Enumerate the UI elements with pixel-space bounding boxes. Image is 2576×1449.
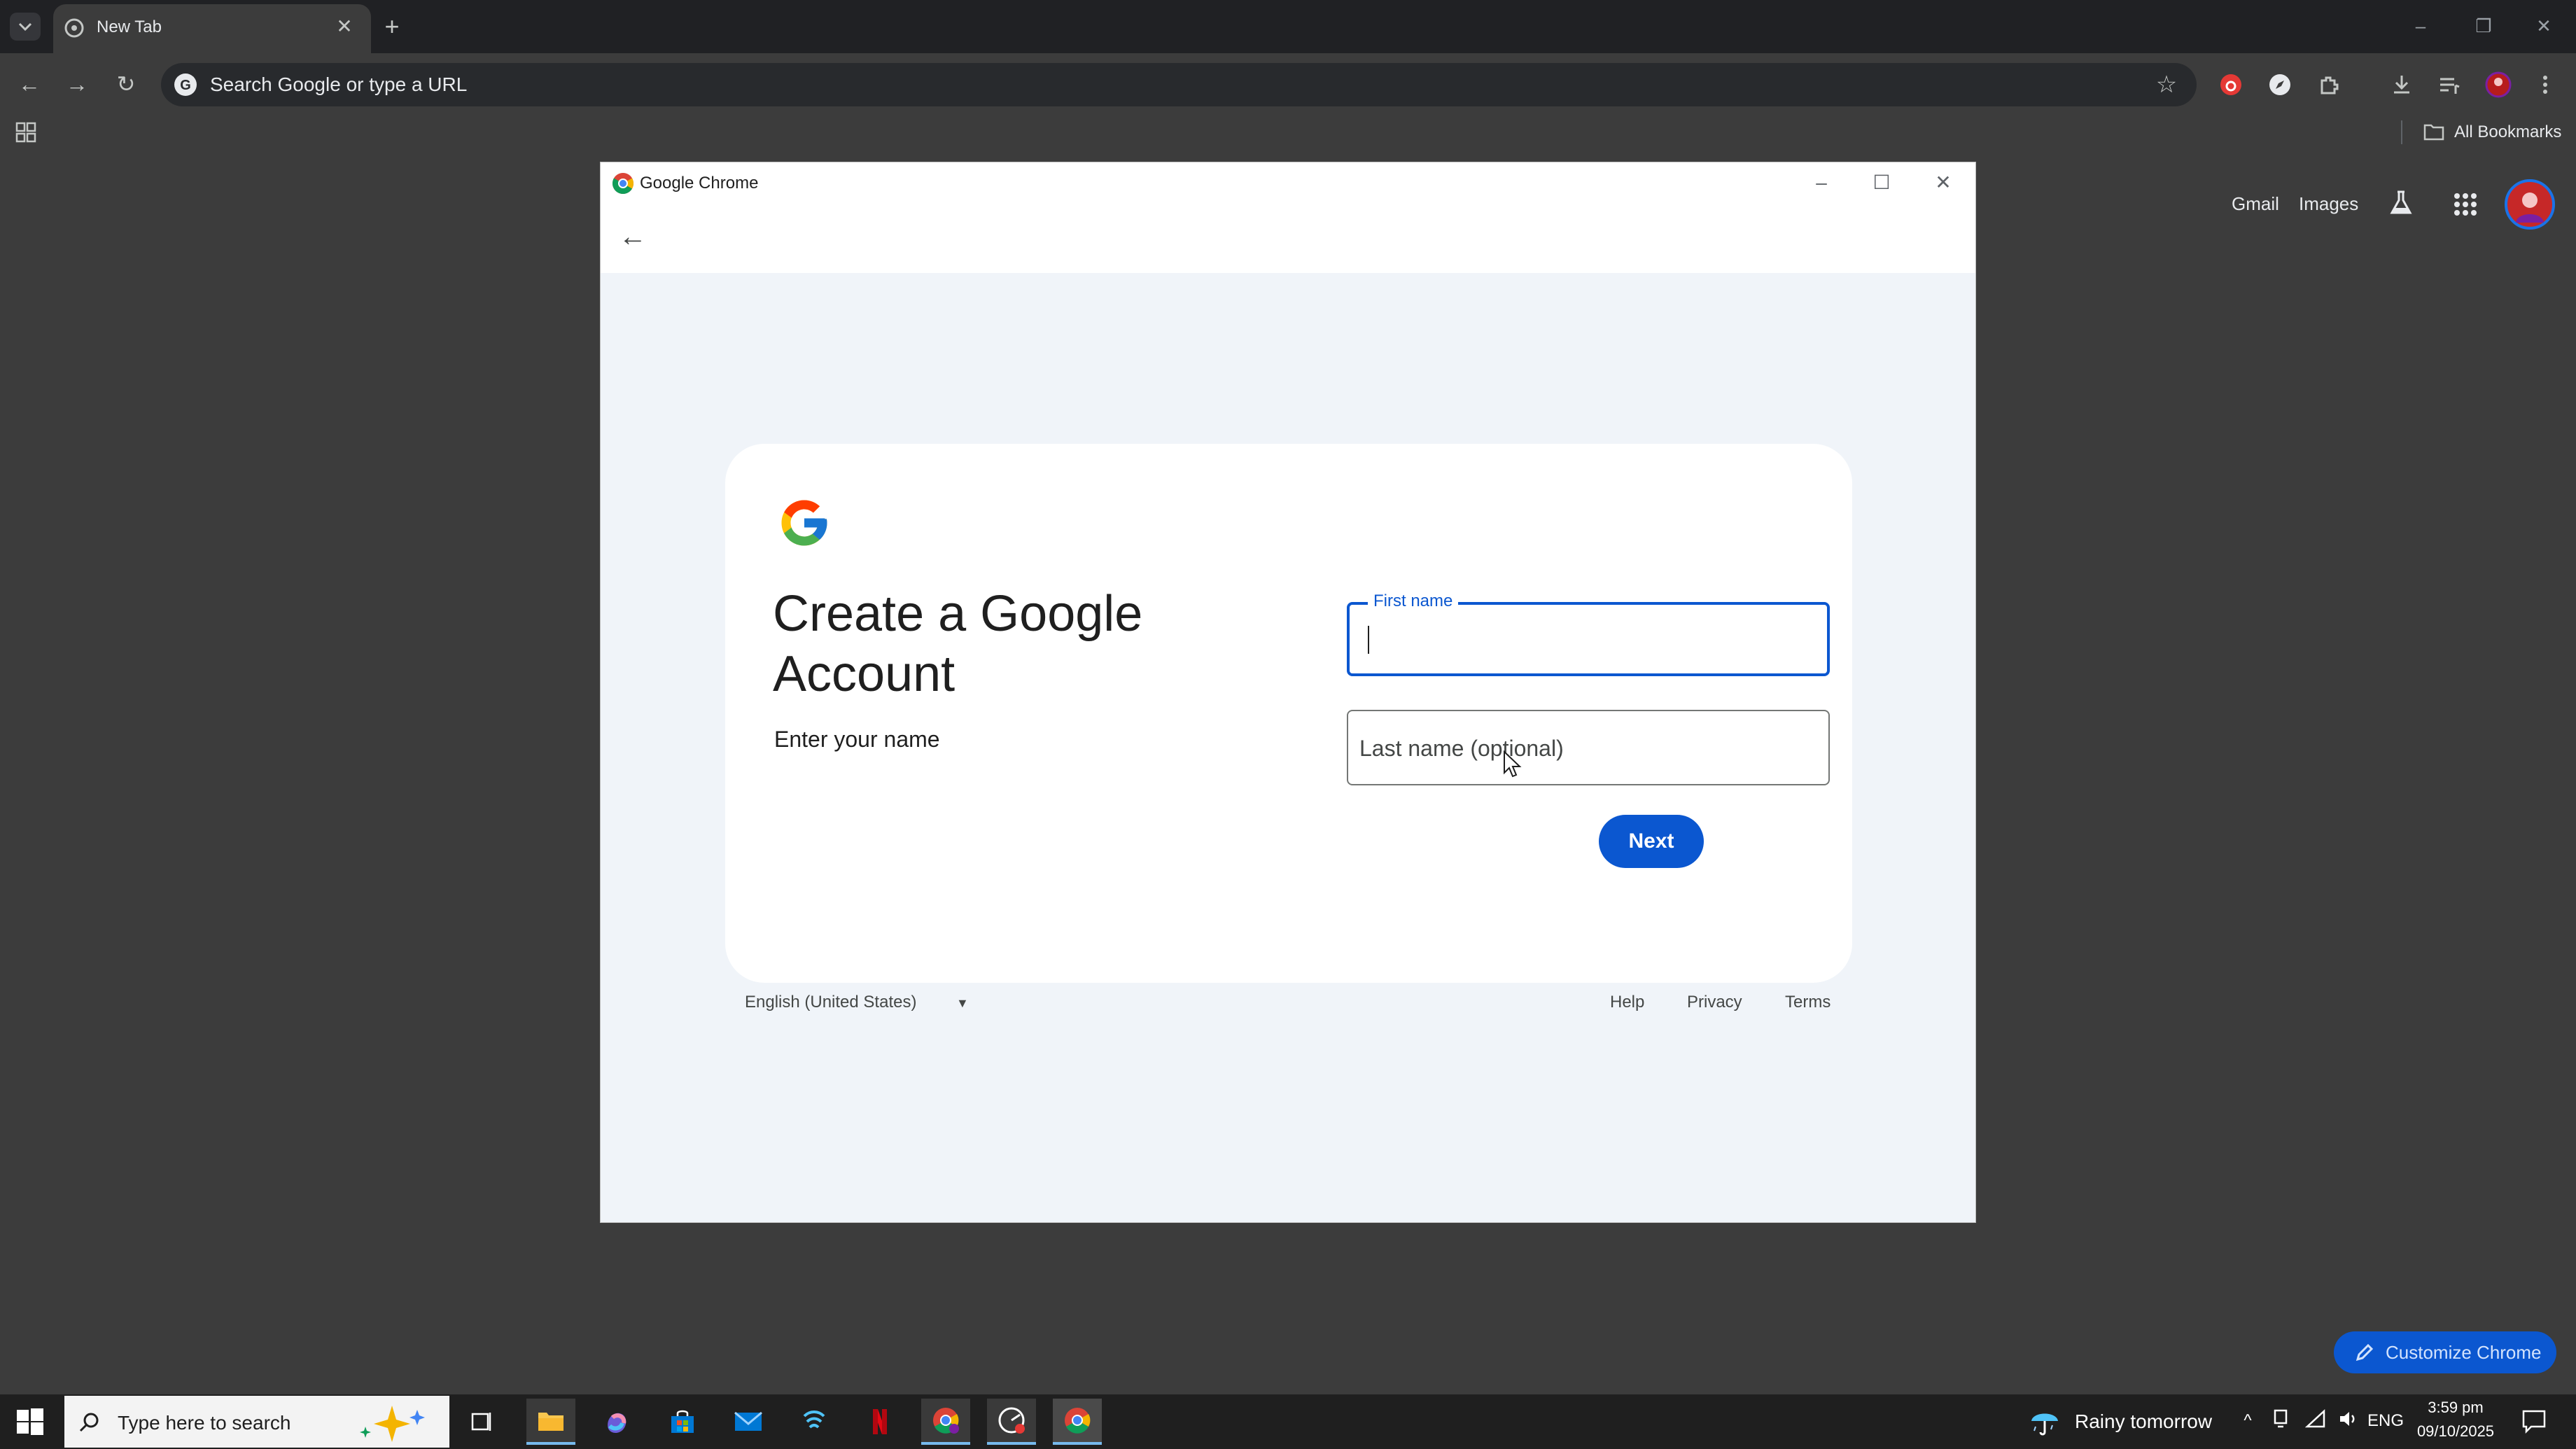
- google-logo-icon: [781, 500, 827, 546]
- new-tab-button[interactable]: +: [378, 13, 406, 41]
- extensions-puzzle-icon[interactable]: [2313, 69, 2345, 101]
- mouse-pointer-icon: [1504, 750, 1522, 778]
- help-link[interactable]: Help: [1610, 993, 1644, 1012]
- tab-search-button[interactable]: [10, 13, 41, 41]
- google-g-icon: G: [174, 74, 197, 96]
- first-name-label: First name: [1368, 591, 1459, 612]
- last-name-input[interactable]: [1358, 720, 1820, 777]
- chrome-alt-taskbar-icon[interactable]: [987, 1399, 1036, 1445]
- customize-chrome-button[interactable]: Customize Chrome: [2334, 1331, 2556, 1373]
- omnibox-placeholder: Search Google or type a URL: [210, 74, 468, 95]
- svg-text:G: G: [180, 78, 191, 93]
- tab-title: New Tab: [97, 18, 162, 36]
- weather-text[interactable]: Rainy tomorrow: [2075, 1410, 2212, 1434]
- vpn-shield-icon[interactable]: [790, 1399, 839, 1445]
- volume-icon[interactable]: [2335, 1408, 2360, 1434]
- mail-icon[interactable]: [724, 1399, 773, 1445]
- input-language-indicator[interactable]: ENG: [2366, 1408, 2405, 1434]
- download-icon[interactable]: [2386, 69, 2418, 101]
- page-subtitle: Enter your name: [774, 727, 940, 752]
- terms-link[interactable]: Terms: [1785, 993, 1830, 1012]
- tray-device-icon[interactable]: [2268, 1408, 2293, 1434]
- taskbar-clock-time[interactable]: 3:59 pm: [2414, 1397, 2498, 1418]
- bookmarks-divider: [2401, 120, 2402, 144]
- window-minimize-button[interactable]: –: [2400, 10, 2442, 42]
- search-highlight-sparkle-icon: [360, 1406, 425, 1442]
- popup-close-button[interactable]: ✕: [1922, 168, 1964, 197]
- chrome-active-taskbar-icon[interactable]: [1053, 1399, 1102, 1445]
- window-close-button[interactable]: ✕: [2523, 10, 2565, 42]
- media-control-icon[interactable]: [2433, 69, 2465, 101]
- tray-overflow-chevron-icon[interactable]: ^: [2237, 1408, 2258, 1434]
- extension-red-icon[interactable]: [2215, 69, 2247, 101]
- new-tab-favicon-icon: [64, 18, 84, 38]
- first-name-input[interactable]: [1358, 613, 1820, 666]
- copilot-icon[interactable]: [592, 1399, 641, 1445]
- signup-card: Create a Google Account Enter your name …: [725, 444, 1852, 983]
- back-arrow-icon[interactable]: ←: [13, 67, 46, 101]
- reload-icon[interactable]: ↻: [109, 67, 143, 101]
- notification-center-icon[interactable]: [2520, 1407, 2548, 1435]
- taskbar-clock-date[interactable]: 09/10/2025: [2414, 1421, 2498, 1442]
- popup-minimize-button[interactable]: –: [1800, 168, 1842, 197]
- extension-compass-icon[interactable]: [2264, 69, 2296, 101]
- taskbar-search-placeholder: Type here to search: [118, 1412, 291, 1434]
- apps-shortcut-icon[interactable]: [14, 120, 38, 144]
- popup-maximize-button[interactable]: ☐: [1861, 168, 1903, 197]
- file-explorer-icon[interactable]: [526, 1399, 575, 1445]
- text-caret: [1368, 626, 1369, 654]
- next-button[interactable]: Next: [1599, 815, 1704, 868]
- netflix-icon[interactable]: [855, 1399, 904, 1445]
- all-bookmarks-button[interactable]: All Bookmarks: [2454, 122, 2561, 143]
- pencil-icon: [2356, 1343, 2374, 1362]
- popup-titlebar: [601, 162, 1975, 273]
- images-link[interactable]: Images: [2299, 193, 2358, 215]
- chrome-menu-icon[interactable]: [2531, 69, 2559, 101]
- page-title: Create a Google Account: [773, 586, 1143, 702]
- search-icon: [79, 1413, 99, 1432]
- back-arrow-icon[interactable]: ←: [615, 218, 651, 255]
- labs-flask-icon[interactable]: [2387, 189, 2415, 217]
- network-wifi-icon[interactable]: [2303, 1408, 2328, 1434]
- google-apps-grid-icon[interactable]: [2451, 190, 2479, 218]
- caret-down-icon[interactable]: ▼: [956, 993, 969, 1014]
- gmail-link[interactable]: Gmail: [2232, 193, 2279, 215]
- window-restore-button[interactable]: ❐: [2463, 10, 2505, 42]
- bookmark-star-icon[interactable]: ☆: [2152, 70, 2181, 99]
- chrome-logo-icon: [612, 173, 634, 195]
- chrome-profile-taskbar-icon[interactable]: [921, 1399, 970, 1445]
- account-creation-window: Google Chrome – ☐ ✕ ← Create a Google Ac…: [601, 162, 1975, 1222]
- microsoft-store-icon[interactable]: [658, 1399, 707, 1445]
- language-selector[interactable]: English (United States): [745, 993, 916, 1012]
- chevron-down-icon: [18, 22, 32, 31]
- profile-avatar-small[interactable]: [2482, 69, 2514, 101]
- forward-arrow-icon[interactable]: →: [60, 67, 94, 101]
- privacy-link[interactable]: Privacy: [1687, 993, 1742, 1012]
- task-view-icon[interactable]: [458, 1399, 507, 1445]
- windows-start-icon[interactable]: [15, 1407, 45, 1436]
- popup-title: Google Chrome: [640, 174, 759, 192]
- account-avatar[interactable]: [2505, 179, 2555, 230]
- tab-close-icon[interactable]: ✕: [332, 14, 357, 39]
- customize-chrome-label: Customize Chrome: [2386, 1342, 2542, 1363]
- weather-umbrella-icon[interactable]: [2029, 1406, 2061, 1438]
- folder-icon: [2423, 124, 2444, 141]
